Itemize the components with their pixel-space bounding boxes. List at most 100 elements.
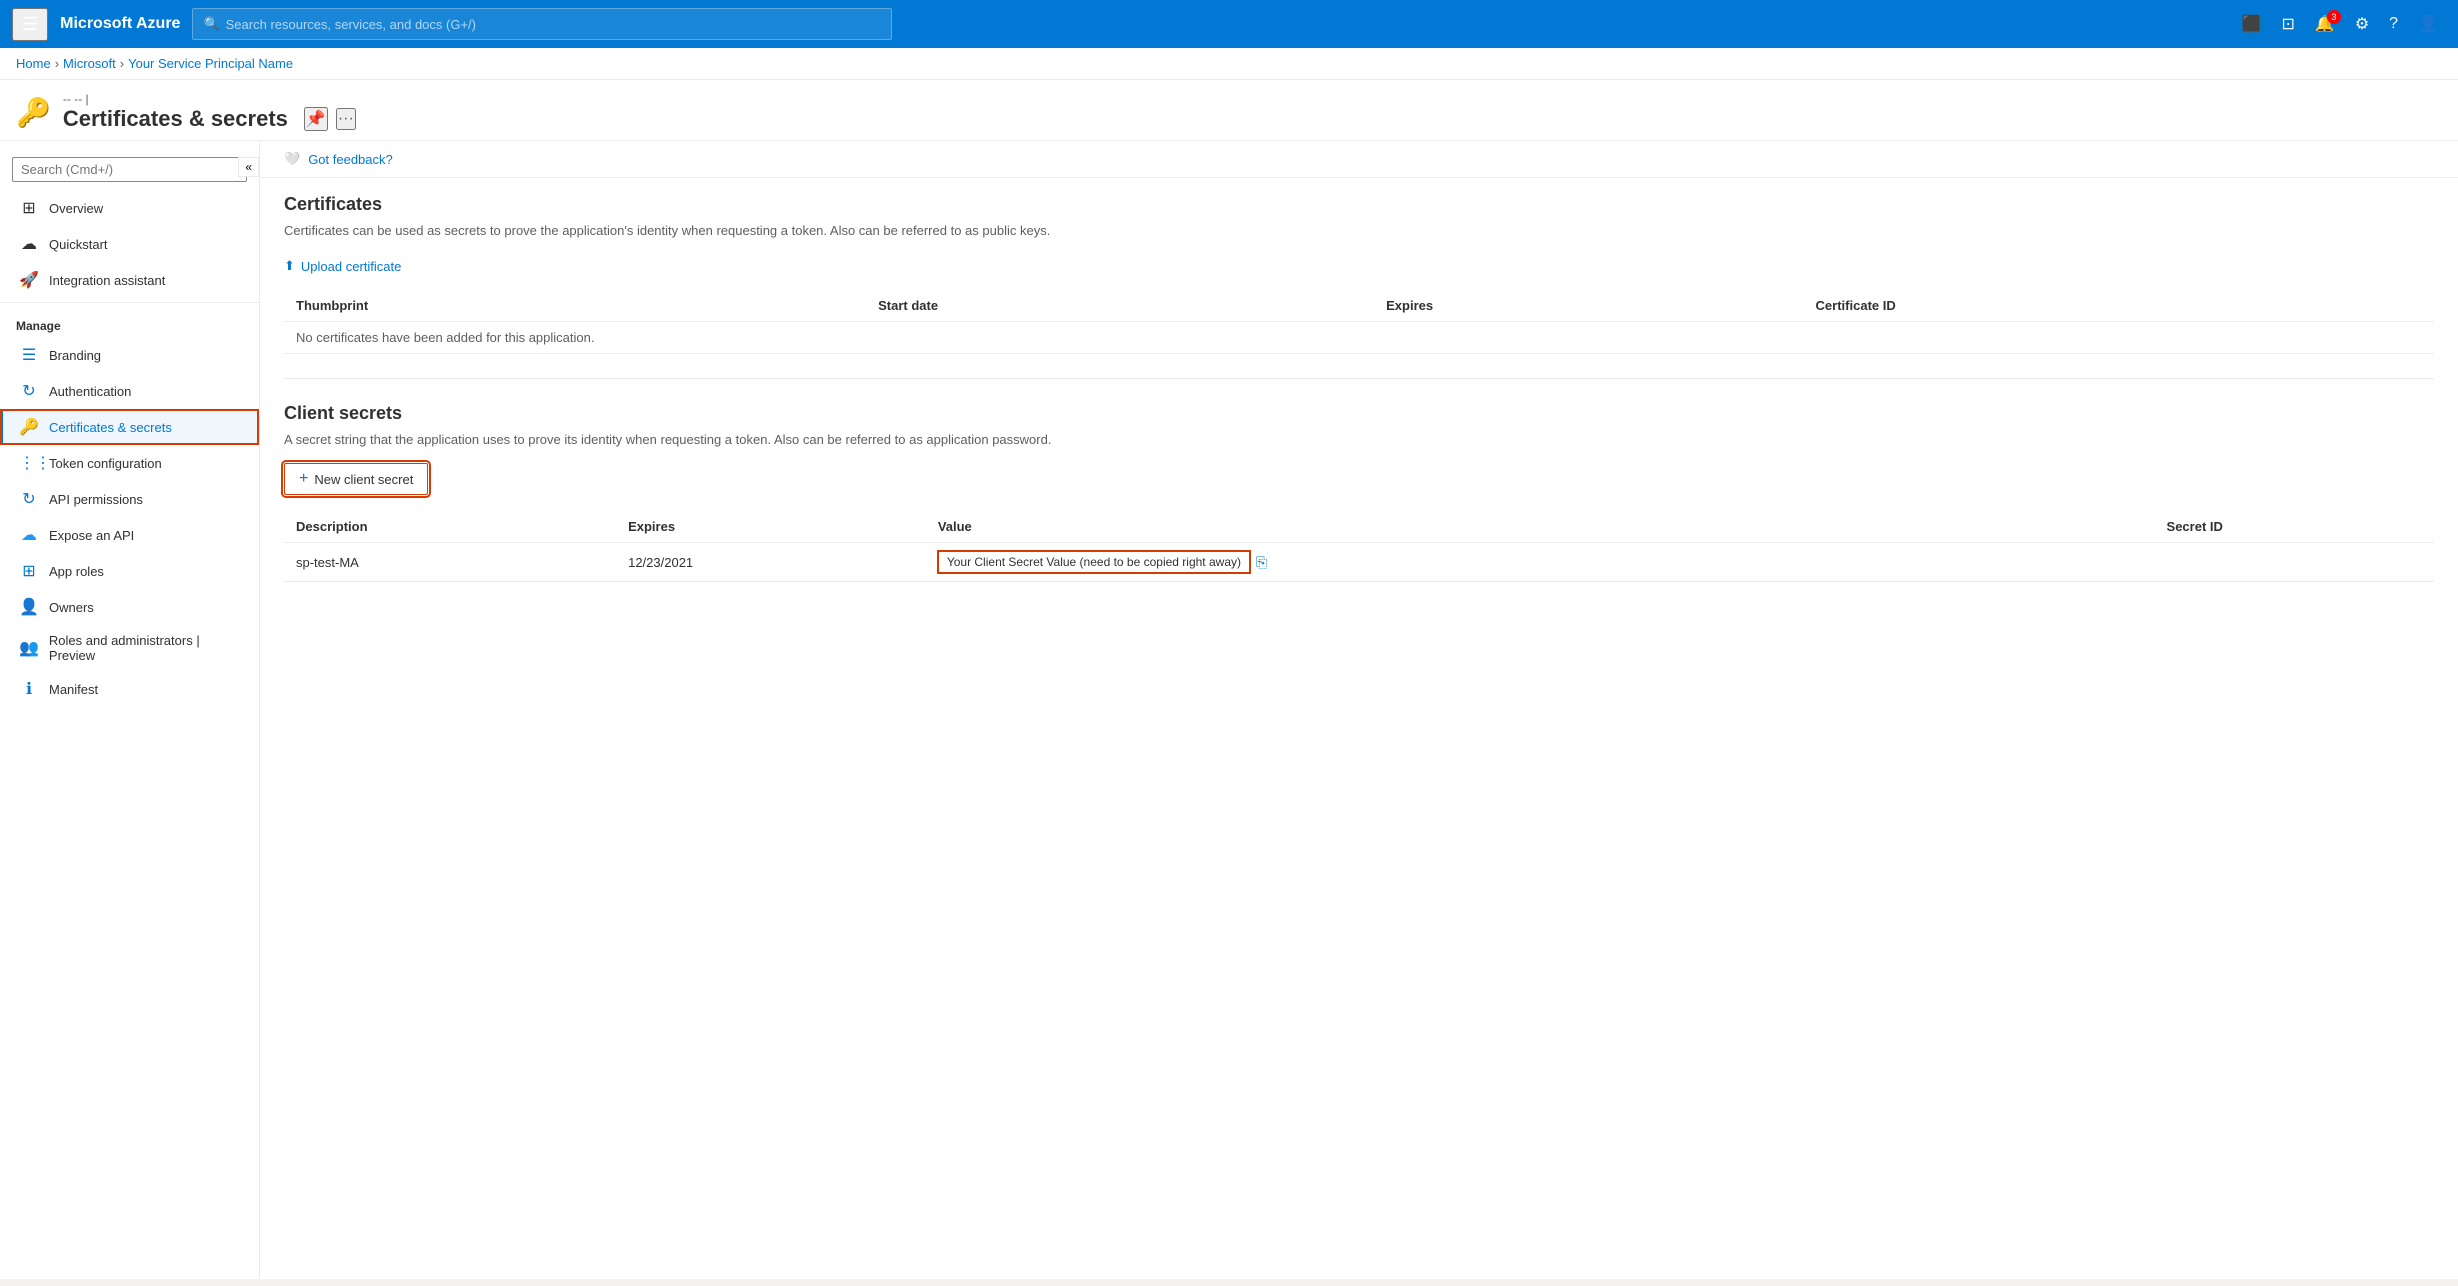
client-secrets-title: Client secrets <box>284 403 2434 424</box>
col-secret-id: Secret ID <box>2155 511 2434 543</box>
certificates-empty-row: No certificates have been added for this… <box>284 322 2434 354</box>
col-expires: Expires <box>1374 290 1803 322</box>
sidebar-item-owners[interactable]: 👤 Owners <box>0 589 259 625</box>
section-separator <box>284 378 2434 379</box>
hamburger-menu[interactable]: ☰ <box>12 8 48 41</box>
overview-icon: ⊞ <box>19 198 39 218</box>
secret-value-wrapper: Your Client Secret Value (need to be cop… <box>938 551 1267 573</box>
token-icon: ⋮⋮ <box>19 453 39 473</box>
breadcrumb-spn[interactable]: Your Service Principal Name <box>128 56 293 71</box>
main-layout: « ⊞ Overview ☁ Quickstart 🚀 Integration … <box>0 141 2458 1279</box>
notifications-icon[interactable]: 🔔 3 <box>2307 10 2343 38</box>
sidebar-item-token-configuration[interactable]: ⋮⋮ Token configuration <box>0 445 259 481</box>
quickstart-icon: ☁ <box>19 234 39 254</box>
breadcrumb: Home › Microsoft › Your Service Principa… <box>0 48 2458 80</box>
sidebar-divider-1 <box>0 302 259 303</box>
sidebar-search-input[interactable] <box>12 157 247 182</box>
search-input[interactable] <box>226 17 882 32</box>
sidebar-item-branding[interactable]: ☰ Branding <box>0 337 259 373</box>
page-title: Certificates & secrets <box>63 106 288 132</box>
feedback-heart-icon: 🤍 <box>284 151 300 167</box>
sidebar-label-integration: Integration assistant <box>49 273 165 288</box>
certificates-title: Certificates <box>284 194 2434 215</box>
sidebar-label-api: API permissions <box>49 492 143 507</box>
sidebar-label-branding: Branding <box>49 348 101 363</box>
page-icon: 🔑 <box>16 96 51 129</box>
sidebar-item-quickstart[interactable]: ☁ Quickstart <box>0 226 259 262</box>
sidebar-label-manifest: Manifest <box>49 682 98 697</box>
col-startdate: Start date <box>866 290 1374 322</box>
sidebar-label-approles: App roles <box>49 564 104 579</box>
client-secrets-table: Description Expires Value Secret ID sp-t… <box>284 511 2434 582</box>
breadcrumb-sep-2: › <box>120 56 124 71</box>
sidebar-label-authentication: Authentication <box>49 384 131 399</box>
upload-icon: ⬆ <box>284 258 295 274</box>
top-navigation: ☰ Microsoft Azure 🔍 ⬛ ⊡ 🔔 3 ⚙ ? 👤 <box>0 0 2458 48</box>
breadcrumb-microsoft[interactable]: Microsoft <box>63 56 116 71</box>
sidebar-manage-label: Manage <box>0 307 259 337</box>
col-description: Description <box>284 511 616 543</box>
help-icon[interactable]: ? <box>2381 11 2406 37</box>
sidebar-item-certificates-secrets[interactable]: 🔑 Certificates & secrets <box>0 409 259 445</box>
page-header: 🔑 -- -- | Certificates & secrets 📌 ··· <box>0 80 2458 141</box>
more-options-button[interactable]: ··· <box>336 108 356 130</box>
sidebar-label-roles: Roles and administrators | Preview <box>49 633 243 663</box>
sidebar-search-row: « <box>0 149 259 190</box>
col-value: Value <box>926 511 2155 543</box>
col-expires-secrets: Expires <box>616 511 926 543</box>
sidebar-item-integration-assistant[interactable]: 🚀 Integration assistant <box>0 262 259 298</box>
client-secrets-desc: A secret string that the application use… <box>284 432 2434 447</box>
integration-icon: 🚀 <box>19 270 39 290</box>
sidebar-collapse-button[interactable]: « <box>238 157 259 177</box>
app-roles-icon: ⊞ <box>19 561 39 581</box>
sidebar-item-api-permissions[interactable]: ↻ API permissions <box>0 481 259 517</box>
settings-icon[interactable]: ⚙ <box>2347 10 2377 38</box>
sidebar-item-authentication[interactable]: ↻ Authentication <box>0 373 259 409</box>
account-icon[interactable]: 👤 <box>2410 10 2446 38</box>
brand-logo: Microsoft Azure <box>60 15 180 33</box>
certificates-icon: 🔑 <box>19 417 39 437</box>
upload-label: Upload certificate <box>301 259 401 274</box>
sidebar-label-overview: Overview <box>49 201 103 216</box>
col-cert-id: Certificate ID <box>1804 290 2434 322</box>
nav-icons: ⬛ ⊡ 🔔 3 ⚙ ? 👤 <box>2234 10 2446 38</box>
new-client-secret-button[interactable]: + New client secret <box>284 463 428 495</box>
col-thumbprint: Thumbprint <box>284 290 866 322</box>
feedback-bar[interactable]: 🤍 Got feedback? <box>260 141 2458 178</box>
portal-menu-icon[interactable]: ⊡ <box>2274 10 2303 38</box>
sidebar-item-overview[interactable]: ⊞ Overview <box>0 190 259 226</box>
authentication-icon: ↻ <box>19 381 39 401</box>
branding-icon: ☰ <box>19 345 39 365</box>
api-permissions-icon: ↻ <box>19 489 39 509</box>
feedback-text: Got feedback? <box>308 152 393 167</box>
notification-badge: 3 <box>2327 10 2341 24</box>
search-bar[interactable]: 🔍 <box>192 8 892 40</box>
plus-icon: + <box>299 470 308 488</box>
certificates-empty-message: No certificates have been added for this… <box>284 322 2434 354</box>
sidebar-label-quickstart: Quickstart <box>49 237 108 252</box>
sidebar-item-manifest[interactable]: ℹ Manifest <box>0 671 259 707</box>
upload-certificate-button[interactable]: ⬆ Upload certificate <box>284 254 401 278</box>
search-icon: 🔍 <box>203 16 219 32</box>
owners-icon: 👤 <box>19 597 39 617</box>
new-secret-label: New client secret <box>314 472 413 487</box>
secret-description: sp-test-MA <box>284 543 616 582</box>
sidebar-item-app-roles[interactable]: ⊞ App roles <box>0 553 259 589</box>
certificates-section: Certificates Certificates can be used as… <box>284 194 2434 354</box>
cloud-shell-icon[interactable]: ⬛ <box>2234 10 2270 38</box>
secret-value-box: Your Client Secret Value (need to be cop… <box>938 551 1250 573</box>
copy-icon[interactable]: ⎘ <box>1256 554 1267 571</box>
table-row: sp-test-MA 12/23/2021 Your Client Secret… <box>284 543 2434 582</box>
sidebar: « ⊞ Overview ☁ Quickstart 🚀 Integration … <box>0 141 260 1279</box>
secret-expires: 12/23/2021 <box>616 543 926 582</box>
main-content: 🤍 Got feedback? Certificates Certificate… <box>260 141 2458 1279</box>
sidebar-item-roles-administrators[interactable]: 👥 Roles and administrators | Preview <box>0 625 259 671</box>
app-name-prefix: -- -- | <box>63 92 356 106</box>
client-secrets-section: Client secrets A secret string that the … <box>284 403 2434 582</box>
breadcrumb-home[interactable]: Home <box>16 56 51 71</box>
sidebar-item-expose-api[interactable]: ☁ Expose an API <box>0 517 259 553</box>
sidebar-label-owners: Owners <box>49 600 94 615</box>
breadcrumb-sep-1: › <box>55 56 59 71</box>
expose-api-icon: ☁ <box>19 525 39 545</box>
pin-button[interactable]: 📌 <box>304 107 328 131</box>
